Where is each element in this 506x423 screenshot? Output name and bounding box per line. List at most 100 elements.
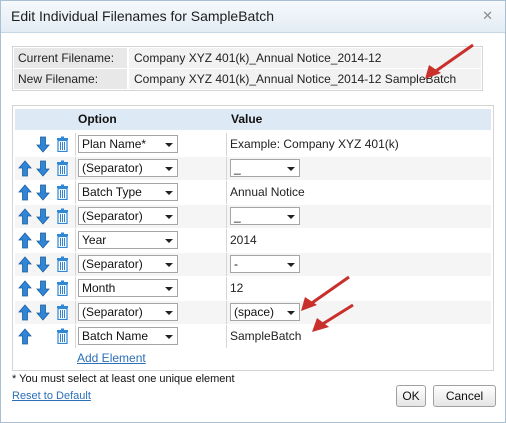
chevron-down-icon [287, 215, 295, 219]
option-select-value: Batch Type [82, 185, 142, 199]
value-text: 12 [230, 281, 244, 295]
arrow-down-icon[interactable] [36, 184, 50, 201]
reset-to-default-link[interactable]: Reset to Default [12, 390, 91, 402]
close-icon[interactable]: ✕ [482, 8, 493, 24]
separator-select-value: _ [234, 209, 241, 223]
arrow-down-icon[interactable] [36, 160, 50, 177]
current-filename-value: Company XYZ 401(k)_Annual Notice_2014-12 [129, 48, 481, 68]
arrow-up-icon[interactable] [18, 304, 32, 321]
separator-select[interactable]: _ [230, 207, 300, 225]
separator-select[interactable]: _ [230, 159, 300, 177]
option-cell: Month [76, 277, 227, 300]
table-row: (Separator) (space) [15, 301, 491, 324]
option-select[interactable]: Batch Type [78, 183, 178, 201]
option-cell: Year [76, 229, 227, 252]
chevron-down-icon [287, 263, 295, 267]
required-note: * You must select at least one unique el… [12, 373, 235, 385]
value-text: Annual Notice [230, 185, 305, 199]
row-actions [15, 133, 76, 156]
value-cell: 12 [227, 277, 491, 300]
trash-icon[interactable] [56, 256, 69, 273]
value-text: SampleBatch [230, 329, 302, 343]
option-select[interactable]: (Separator) [78, 159, 178, 177]
arrow-down-icon[interactable] [36, 136, 50, 153]
separator-select-value: - [234, 257, 238, 271]
chevron-down-icon [165, 335, 173, 339]
trash-icon[interactable] [56, 232, 69, 249]
row-actions [15, 253, 76, 276]
table-row: Batch Name SampleBatch [15, 325, 491, 348]
option-select-value: (Separator) [82, 305, 143, 319]
value-cell: - [227, 253, 491, 276]
arrow-up-icon[interactable] [18, 328, 32, 345]
option-select-value: Plan Name* [82, 137, 147, 151]
cancel-button[interactable]: Cancel [433, 385, 496, 407]
value-text: Example: Company XYZ 401(k) [230, 137, 399, 151]
arrow-down-icon[interactable] [36, 232, 50, 249]
option-select-value: Batch Name [82, 329, 149, 343]
chevron-down-icon [165, 191, 173, 195]
chevron-down-icon [287, 167, 295, 171]
arrow-up-icon[interactable] [18, 256, 32, 273]
add-element-link[interactable]: Add Element [77, 351, 146, 365]
row-actions [15, 277, 76, 300]
value-cell: _ [227, 205, 491, 228]
row-actions [15, 181, 76, 204]
option-select-value: (Separator) [82, 257, 143, 271]
trash-icon[interactable] [56, 208, 69, 225]
arrow-up-icon[interactable] [18, 160, 32, 177]
table-row: (Separator) _ [15, 205, 491, 228]
dialog-title: Edit Individual Filenames for SampleBatc… [11, 8, 275, 24]
arrow-down-icon[interactable] [36, 256, 50, 273]
option-cell: (Separator) [76, 253, 227, 276]
arrow-up-icon[interactable] [18, 184, 32, 201]
arrow-up-icon[interactable] [18, 280, 32, 297]
value-cell: SampleBatch [227, 325, 491, 348]
table-row: (Separator) - [15, 253, 491, 276]
separator-select[interactable]: (space) [230, 303, 300, 321]
arrow-up-icon[interactable] [18, 232, 32, 249]
row-actions [15, 325, 76, 348]
option-select-value: Year [82, 233, 107, 247]
table-row: Month 12 [15, 277, 491, 300]
option-cell: (Separator) [76, 301, 227, 324]
chevron-down-icon [165, 215, 173, 219]
grid-header: Option Value [15, 109, 491, 130]
option-select-value: Month [82, 281, 116, 295]
option-select[interactable]: (Separator) [78, 303, 178, 321]
arrow-down-icon[interactable] [36, 304, 50, 321]
chevron-down-icon [165, 143, 173, 147]
trash-icon[interactable] [56, 328, 69, 345]
separator-select[interactable]: - [230, 255, 300, 273]
new-filename-label: New Filename: [14, 69, 127, 89]
chevron-down-icon [165, 263, 173, 267]
arrow-down-icon[interactable] [36, 280, 50, 297]
arrow-up-icon[interactable] [18, 208, 32, 225]
option-select[interactable]: (Separator) [78, 255, 178, 273]
filename-elements-grid: Option Value Plan Name* Example: Company … [12, 105, 494, 371]
trash-icon[interactable] [56, 136, 69, 153]
chevron-down-icon [165, 167, 173, 171]
value-cell: (space) [227, 301, 491, 324]
ok-button[interactable]: OK [396, 385, 426, 407]
filename-summary: Current Filename: Company XYZ 401(k)_Ann… [12, 46, 483, 91]
trash-icon[interactable] [56, 304, 69, 321]
arrow-down-icon[interactable] [36, 208, 50, 225]
trash-icon[interactable] [56, 160, 69, 177]
option-select-value: (Separator) [82, 161, 143, 175]
chevron-down-icon [165, 287, 173, 291]
value-cell: 2014 [227, 229, 491, 252]
trash-icon[interactable] [56, 280, 69, 297]
option-cell: Batch Name [76, 325, 227, 348]
option-select[interactable]: Year [78, 231, 178, 249]
edit-filenames-dialog: Edit Individual Filenames for SampleBatc… [0, 0, 506, 423]
option-select[interactable]: Plan Name* [78, 135, 178, 153]
current-filename-label: Current Filename: [14, 48, 127, 68]
option-select[interactable]: Batch Name [78, 327, 178, 345]
separator-select-value: (space) [234, 305, 275, 319]
option-select[interactable]: (Separator) [78, 207, 178, 225]
option-cell: (Separator) [76, 157, 227, 180]
dialog-titlebar: Edit Individual Filenames for SampleBatc… [1, 1, 505, 33]
option-select[interactable]: Month [78, 279, 178, 297]
trash-icon[interactable] [56, 184, 69, 201]
